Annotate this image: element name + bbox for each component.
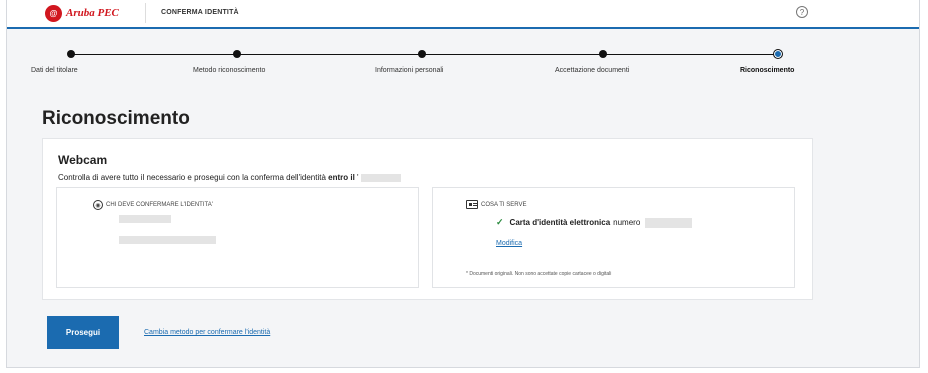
page-title: Riconoscimento	[42, 108, 190, 129]
app-frame: @ Aruba PEC CONFERMA IDENTITÀ ? Dati del…	[6, 0, 920, 368]
redacted-deadline	[360, 173, 401, 182]
user-circle-icon: ◉	[93, 200, 103, 210]
step-label-dati-titolare: Dati del titolare	[31, 67, 78, 74]
step-label-riconoscimento: Riconoscimento	[740, 67, 795, 74]
step-label-accettazione: Accettazione documenti	[555, 67, 630, 74]
needs-heading-label: COSA TI SERVE	[481, 201, 527, 208]
card-desc-suffix: '	[354, 173, 359, 182]
redacted-document-number	[645, 217, 693, 228]
needs-heading: COSA TI SERVE	[466, 200, 526, 209]
document-line: ✓ Carta d'identità elettronica numero	[496, 217, 693, 228]
step-dot-3	[418, 50, 426, 58]
step-dot-2	[233, 50, 241, 58]
header-divider	[145, 3, 146, 23]
who-box: ◉ CHI DEVE CONFERMARE L'IDENTITA'	[56, 187, 419, 288]
progress-stepper: Dati del titolare Metodo riconoscimento …	[7, 36, 919, 81]
card-title: Webcam	[58, 153, 108, 167]
documents-note: * Documenti originali. Non sono accettat…	[466, 271, 612, 277]
document-number-label: numero	[613, 218, 641, 227]
aruba-logo-icon: @	[45, 4, 62, 22]
who-heading-label: CHI DEVE CONFERMARE L'IDENTITA'	[106, 202, 213, 208]
webcam-card: Webcam Controlla di avere tutto il neces…	[42, 138, 813, 300]
card-description: Controlla di avere tutto il necessario e…	[58, 173, 401, 182]
who-heading: ◉ CHI DEVE CONFERMARE L'IDENTITA'	[93, 200, 213, 210]
document-type: Carta d'identità elettronica	[509, 218, 611, 227]
step-dot-4	[599, 50, 607, 58]
change-method-link[interactable]: Cambia metodo per confermare l'identità	[144, 329, 270, 336]
id-card-icon	[466, 200, 478, 209]
step-dot-1	[67, 50, 75, 58]
card-desc-deadline-label: entro il	[328, 173, 355, 182]
page-label: CONFERMA IDENTITÀ	[161, 9, 239, 16]
needs-box: COSA TI SERVE ✓ Carta d'identità elettro…	[432, 187, 795, 288]
step-dot-5-current	[773, 49, 783, 59]
card-desc-text: Controlla di avere tutto il necessario e…	[58, 173, 329, 182]
check-icon: ✓	[496, 217, 504, 227]
redacted-name	[119, 215, 171, 223]
brand-name: Aruba PEC	[66, 7, 119, 19]
question-circle-icon[interactable]: ?	[796, 6, 808, 18]
step-label-informazioni: Informazioni personali	[375, 67, 444, 74]
redacted-fiscal-code	[119, 236, 216, 244]
modify-document-link[interactable]: Modifica	[496, 240, 522, 247]
top-bar: @ Aruba PEC CONFERMA IDENTITÀ ?	[7, 0, 919, 29]
prosegui-button[interactable]: Prosegui	[47, 316, 119, 349]
aruba-pec-logo[interactable]: @ Aruba PEC	[45, 3, 119, 23]
step-label-metodo: Metodo riconoscimento	[193, 67, 266, 74]
